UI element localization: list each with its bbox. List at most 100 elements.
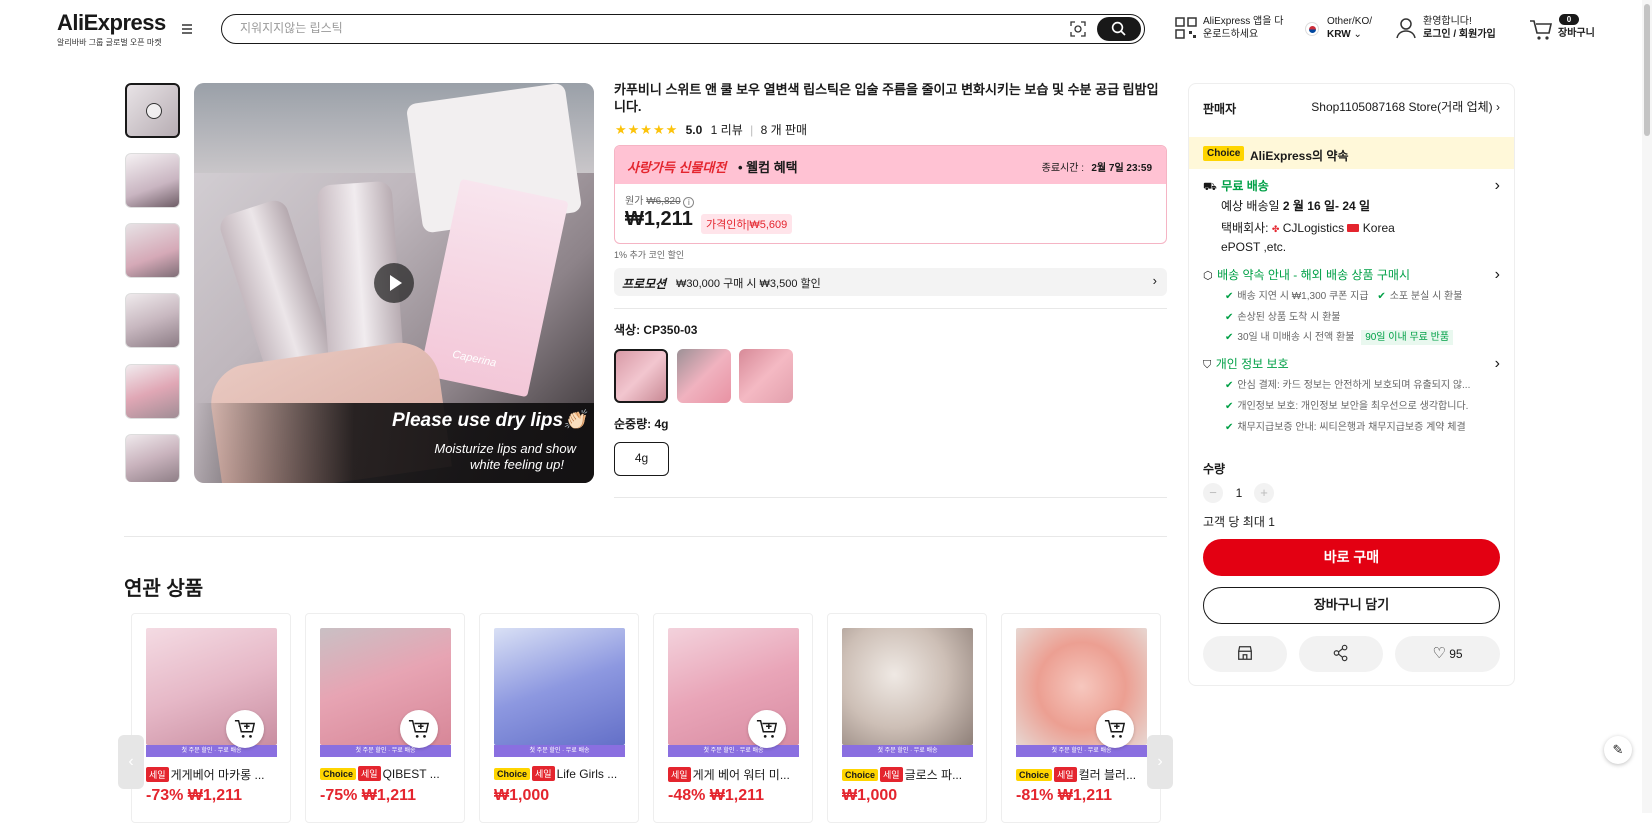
thumbnail-2[interactable] (125, 153, 180, 208)
promo-strip: 첫 주문 할인 · 무료 배송 (320, 745, 451, 757)
sold-count: 8 개 판매 (760, 123, 808, 137)
wishlist-button[interactable]: ♡ 95 (1395, 636, 1500, 672)
rating-row[interactable]: ★★★★★ 5.0 1 리뷰 | 8 개 판매 (615, 121, 807, 138)
divider (614, 497, 1167, 498)
scrollbar-track[interactable] (1642, 0, 1652, 813)
quantity-value[interactable]: 1 (1233, 486, 1245, 500)
related-product-card[interactable]: 첫 주문 할인 · 무료 배송 Choice 세일 글로스 파... ₩1,000 (827, 613, 987, 823)
chevron-right-icon: › (1152, 273, 1157, 288)
buy-now-button[interactable]: 바로 구매 (1203, 539, 1500, 576)
related-products-title: 연관 상품 (124, 578, 204, 600)
size-option-4g[interactable]: 4g (614, 442, 669, 476)
related-product-card[interactable]: 첫 주문 할인 · 무료 배송 세일 게게베어 마카롱 ... -73% ₩1,2… (131, 613, 291, 823)
cj-logo-icon: ✤ (1271, 224, 1280, 234)
product-name: Choice 세일 QIBEST ... (320, 766, 455, 781)
sale-badge: 세일 (1054, 767, 1077, 782)
cart-count-badge: 0 (1559, 14, 1579, 25)
user-icon (1396, 18, 1416, 39)
quantity-increase-button[interactable]: + (1254, 483, 1274, 503)
promotion-text: ₩30,000 구매 시 ₩3,500 할인 (676, 278, 821, 290)
related-product-card[interactable]: 첫 주문 할인 · 무료 배송 Choice 세일 QIBEST ... -75% … (305, 613, 465, 823)
pv-1: 안심 결제: 카드 정보는 안전하게 보호되며 유출되지 않... (1237, 380, 1471, 391)
check-icon: ✔ (1225, 291, 1234, 302)
sale-badge: 세일 (880, 767, 903, 782)
info-icon[interactable]: i (683, 197, 695, 208)
promo-ends-time: 2월 7일 23:59 (1091, 163, 1152, 174)
thumbnail-4[interactable] (125, 293, 180, 348)
seller-label: 판매자 (1203, 102, 1237, 116)
promo-ends-label: 종료시간 : (1041, 163, 1084, 174)
color-swatch-2[interactable] (677, 349, 731, 403)
carousel-next-button[interactable]: › (1147, 735, 1173, 789)
seller-store-link[interactable]: Shop1105087168 Store(거래 업체) › (1311, 98, 1500, 115)
thumbnail-6[interactable] (125, 434, 180, 482)
product-name-text: 글로스 파... (904, 768, 963, 782)
promo-strip: 첫 주문 할인 · 무료 배송 (1016, 745, 1147, 757)
image-caption-main: Please use dry lips👏🏻 (392, 410, 587, 431)
promo-strip: 첫 주문 할인 · 무료 배송 (668, 745, 799, 757)
video-play-button[interactable] (374, 263, 414, 303)
product-price: ₩1,000 (494, 787, 550, 804)
choice-badge: Choice (494, 768, 531, 780)
currency-text: KRW (1327, 29, 1351, 40)
free-shipping-row[interactable]: ⛟ 무료 배송 › (1203, 177, 1500, 195)
related-product-card[interactable]: 첫 주문 할인 · 무료 배송 Choice 세일 컬러 블러... -81% ₩1… (1001, 613, 1161, 823)
carousel-prev-button[interactable]: ‹ (118, 735, 144, 789)
privacy-line-1: ✔ 안심 결제: 카드 정보는 안전하게 보호되며 유출되지 않... (1225, 376, 1495, 391)
pv-3: 채무지급보증 안내: 씨티은행과 채무지급보증 계약 체결 (1237, 422, 1466, 433)
coin-discount-note: 1% 추가 코인 할인 (614, 250, 685, 260)
sale-badge: 세일 (358, 766, 381, 781)
image-search-icon[interactable] (1070, 21, 1086, 37)
original-price: ₩6,820 (646, 196, 681, 207)
product-name-text: QIBEST ... (382, 767, 440, 781)
store-icon (1238, 646, 1252, 660)
chevron-left-icon: ‹ (128, 753, 134, 770)
color-swatch-1[interactable] (614, 349, 668, 403)
sale-badge: 세일 (146, 767, 169, 782)
product-name: Choice 세일 컬러 블러... (1016, 766, 1151, 783)
carrier-korea: Korea (1362, 221, 1395, 235)
thumbnail-1[interactable] (125, 83, 180, 138)
original-price-label: 원가 (625, 196, 644, 207)
product-price: -75% ₩1,211 (320, 787, 417, 804)
search-input[interactable] (240, 21, 1040, 35)
logo[interactable]: AliExpress 알리바바 그룹 글로벌 오픈 마켓 (57, 10, 166, 48)
sale-price: ₩1,211 (625, 208, 693, 230)
scrollbar-thumb[interactable] (1644, 4, 1650, 136)
add-to-cart-icon-button[interactable] (400, 710, 438, 748)
feedback-edit-button[interactable]: ✎ (1604, 736, 1632, 764)
carrier-info: 택배회사: ✤ CJLogistics Korea ePOST ,etc. (1221, 219, 1501, 256)
check-icon: ✔ (1225, 332, 1234, 343)
pencil-icon: ✎ (1612, 742, 1624, 757)
store-button[interactable] (1203, 636, 1287, 672)
search-button[interactable] (1097, 17, 1141, 41)
cart-plus-icon (1104, 720, 1126, 738)
promo-banner-title: 사랑가득 신물대전 (627, 160, 727, 175)
delivery-promise-row[interactable]: ⬡ 배송 약속 안내 - 해외 배송 상품 구매시 › (1203, 266, 1500, 284)
menu-icon[interactable] (180, 22, 194, 36)
review-count[interactable]: 1 리뷰 (711, 123, 743, 137)
related-product-card[interactable]: 첫 주문 할인 · 무료 배송 세일 게게 베어 워터 미... -48% ₩1,… (653, 613, 813, 823)
thumbnail-3[interactable] (125, 223, 180, 278)
check-icon: ✔ (1225, 401, 1234, 412)
add-to-cart-button[interactable]: 장바구니 담기 (1203, 587, 1500, 624)
thumbnail-5[interactable] (125, 364, 180, 419)
promo-strip: 첫 주문 할인 · 무료 배송 (146, 745, 277, 757)
truck-icon: ⛟ (1203, 181, 1217, 193)
promotion-row[interactable]: 프로모션 ₩30,000 구매 시 ₩3,500 할인 › (614, 268, 1167, 296)
add-to-cart-icon-button[interactable] (748, 710, 786, 748)
color-swatch-3[interactable] (739, 349, 793, 403)
product-name-text: 컬러 블러... (1078, 768, 1137, 782)
privacy-row[interactable]: ⛉ 개인 정보 보호 › (1203, 355, 1500, 373)
add-to-cart-icon-button[interactable] (226, 710, 264, 748)
promo-banner-sub: • 웰컴 혜택 (738, 160, 798, 175)
add-to-cart-icon-button[interactable] (1096, 710, 1134, 748)
cart-label: 장바구니 (1558, 28, 1595, 39)
main-product-image[interactable]: Caperina Please use dry lips👏🏻 Moisturiz… (194, 83, 594, 483)
related-product-card[interactable]: 첫 주문 할인 · 무료 배송 Choice 세일 Life Girls ... ₩… (479, 613, 639, 823)
login-link[interactable]: 로그인 / 회원가입 (1423, 29, 1496, 40)
share-button[interactable] (1299, 636, 1383, 672)
product-image (494, 628, 625, 745)
quantity-decrease-button[interactable]: − (1203, 483, 1223, 503)
chevron-right-icon: › (1494, 355, 1500, 372)
